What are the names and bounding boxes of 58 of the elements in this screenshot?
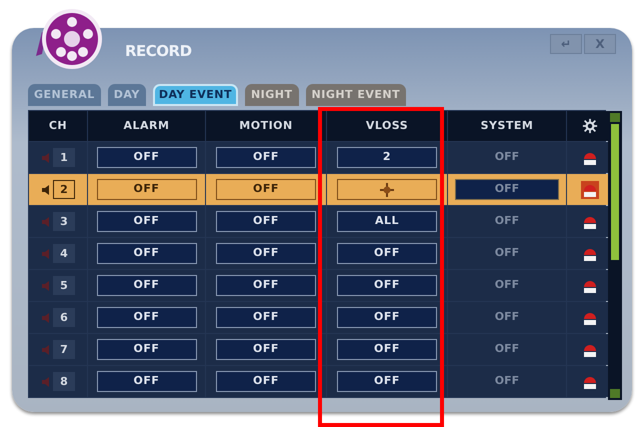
- alarm-field[interactable]: OFF: [96, 307, 196, 328]
- column-header: SYSTEM: [448, 111, 566, 141]
- vloss-field[interactable]: OFF: [337, 307, 437, 328]
- system-field: OFF: [494, 309, 520, 326]
- speaker-icon: [41, 280, 51, 292]
- system-field: OFF: [494, 213, 520, 230]
- vloss-field[interactable]: ALL: [337, 211, 437, 232]
- vloss-field[interactable]: [337, 179, 437, 200]
- motion-field[interactable]: OFF: [216, 339, 316, 360]
- speaker-icon: [41, 248, 51, 260]
- column-header: VLOSS: [327, 111, 447, 141]
- alarm-field[interactable]: OFF: [96, 147, 196, 168]
- speaker-icon: [41, 376, 51, 388]
- speaker-icon: [41, 344, 51, 356]
- vloss-field[interactable]: OFF: [337, 371, 437, 392]
- alarm-field[interactable]: OFF: [96, 275, 196, 296]
- motion-field[interactable]: OFF: [216, 211, 316, 232]
- channel-number[interactable]: 7: [53, 340, 75, 359]
- speaker-icon: [41, 312, 51, 324]
- system-field: OFF: [494, 277, 520, 294]
- alarm-field[interactable]: OFF: [96, 243, 196, 264]
- channel-number[interactable]: 3: [53, 212, 75, 231]
- window-title: RECORD: [125, 41, 192, 62]
- channel-number[interactable]: 6: [53, 308, 75, 327]
- channel-number[interactable]: 2: [53, 180, 75, 199]
- system-field: OFF: [455, 179, 559, 200]
- speaker-icon: [41, 184, 51, 196]
- settings-icon: [582, 118, 598, 134]
- column-header: CH: [29, 111, 87, 141]
- tab[interactable]: DAY EVENT: [152, 84, 238, 106]
- alarm-field[interactable]: OFF: [96, 211, 196, 232]
- system-field: OFF: [494, 341, 520, 358]
- system-field: OFF: [494, 149, 520, 166]
- alarm-field[interactable]: OFF: [96, 179, 196, 200]
- vloss-field[interactable]: OFF: [337, 275, 437, 296]
- motion-field[interactable]: OFF: [216, 275, 316, 296]
- column-header: MOTION: [206, 111, 326, 141]
- speaker-icon: [41, 216, 51, 228]
- channel-number[interactable]: 4: [53, 244, 75, 263]
- scrollbar-thumb[interactable]: [611, 124, 619, 260]
- motion-field[interactable]: OFF: [216, 147, 316, 168]
- speaker-icon: [41, 152, 51, 164]
- vloss-field[interactable]: 2: [337, 147, 437, 168]
- system-field: OFF: [494, 373, 520, 390]
- crosshair-icon: [380, 182, 394, 196]
- channel-number[interactable]: 8: [53, 372, 75, 391]
- motion-field[interactable]: OFF: [216, 243, 316, 264]
- motion-field[interactable]: OFF: [216, 371, 316, 392]
- motion-field[interactable]: OFF: [216, 179, 316, 200]
- motion-field[interactable]: OFF: [216, 307, 316, 328]
- channel-number[interactable]: 1: [53, 148, 75, 167]
- vloss-field[interactable]: OFF: [337, 339, 437, 360]
- column-header: ALARM: [88, 111, 205, 141]
- channel-number[interactable]: 5: [53, 276, 75, 295]
- system-field: OFF: [494, 245, 520, 262]
- vloss-field[interactable]: OFF: [337, 243, 437, 264]
- alarm-field[interactable]: OFF: [96, 339, 196, 360]
- alarm-field[interactable]: OFF: [96, 371, 196, 392]
